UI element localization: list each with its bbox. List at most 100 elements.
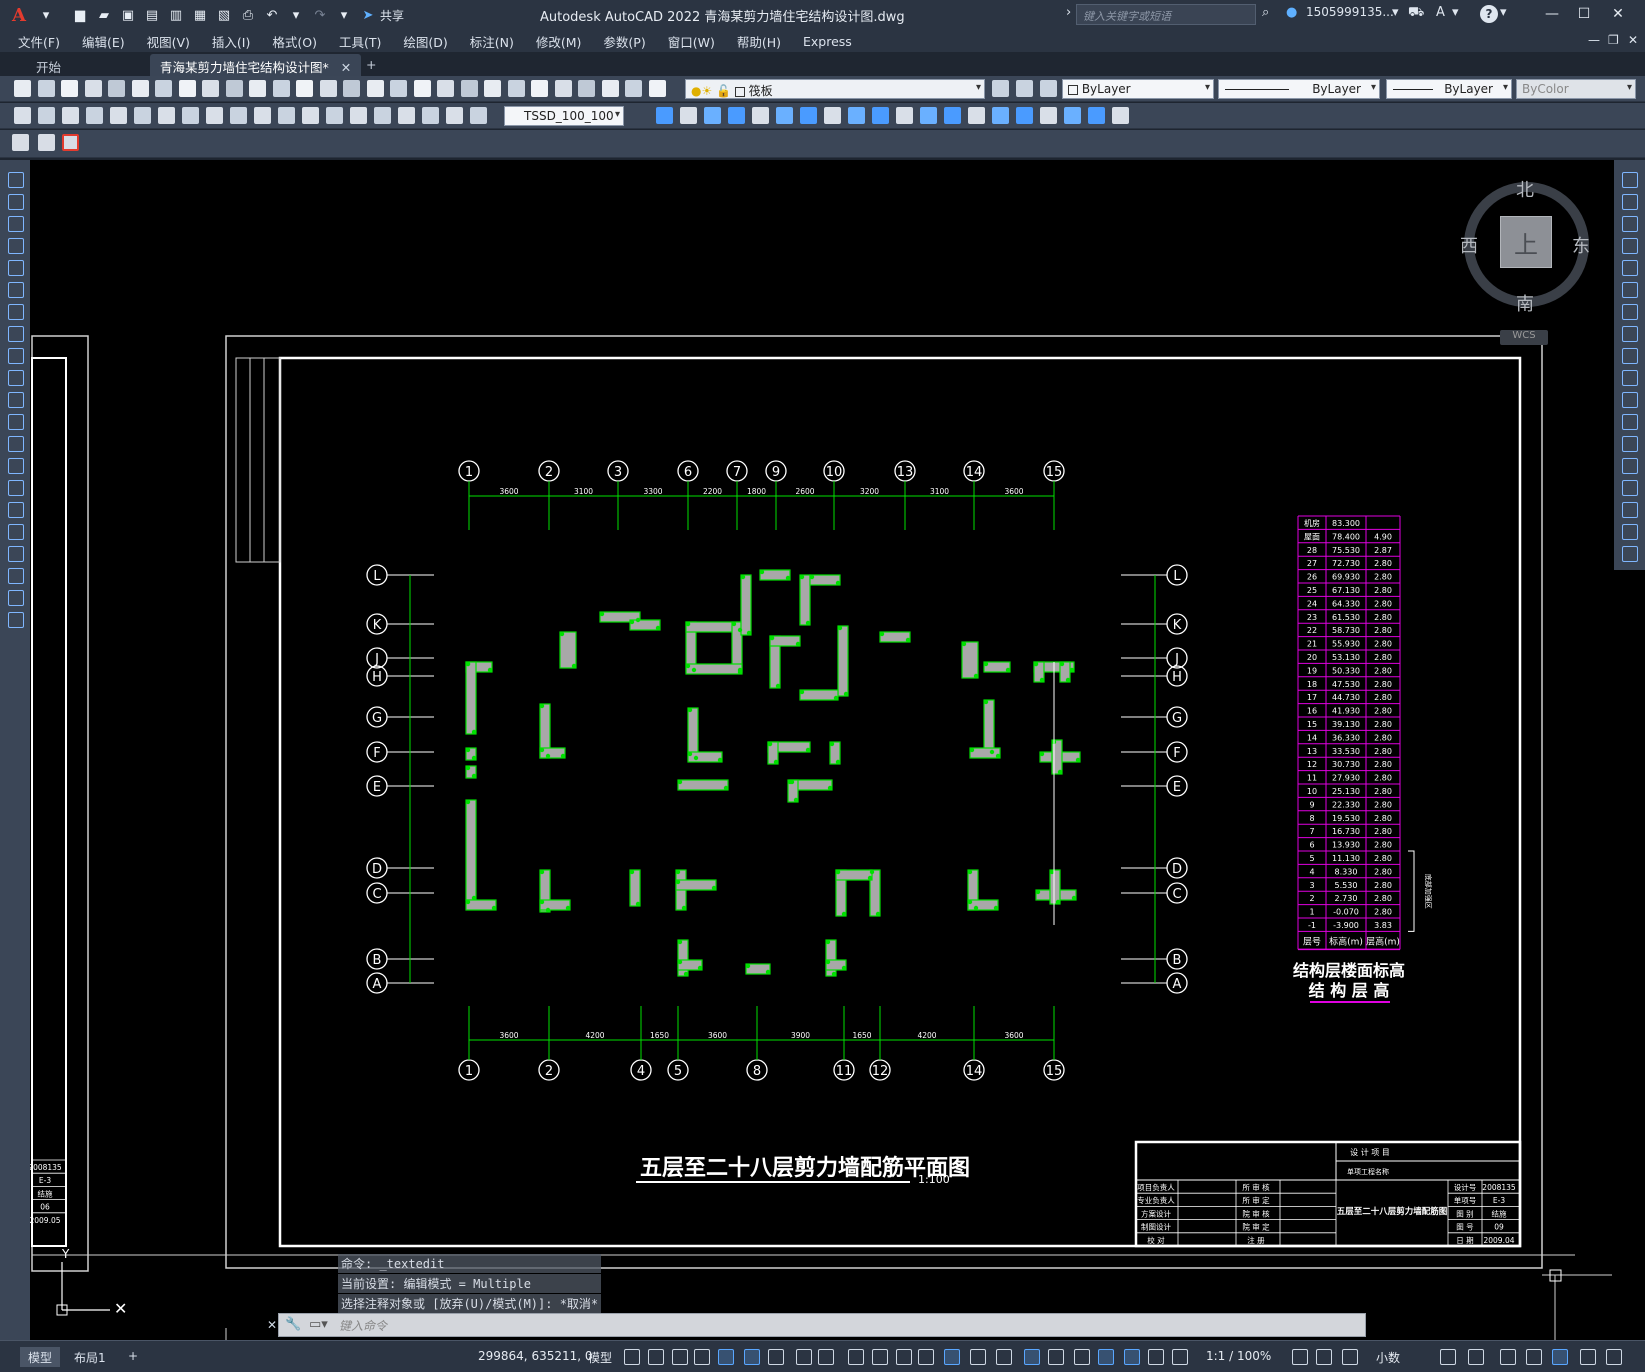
user-name[interactable]: 1505999135... — [1306, 5, 1394, 19]
search-chevron-icon[interactable]: › — [1066, 5, 1071, 20]
doc-minimize-icon[interactable]: — — [1588, 33, 1600, 47]
std-tool-27-icon[interactable] — [625, 80, 642, 97]
modify-side-tool-9-icon[interactable] — [1622, 348, 1638, 364]
std-tool-14-icon[interactable] — [319, 80, 337, 97]
help-icon[interactable]: ? — [1480, 5, 1498, 23]
menu-view[interactable]: 视图(V) — [147, 32, 190, 51]
menu-dimension[interactable]: 标注(N) — [470, 32, 514, 51]
modify-tool-16-icon[interactable] — [1016, 107, 1033, 124]
status-toggle-7-icon[interactable] — [768, 1349, 784, 1365]
text-style-combo[interactable]: TSSD_100_100 ▾ — [504, 106, 624, 126]
status-toggle-26-icon[interactable] — [1342, 1349, 1358, 1365]
share-label[interactable]: 共享 — [380, 7, 404, 24]
linetype-combo[interactable]: ByLayer ▾ — [1218, 79, 1380, 99]
modify-side-tool-12-icon[interactable] — [1622, 414, 1638, 430]
menu-help[interactable]: 帮助(H) — [737, 32, 781, 51]
draw-tool-2-icon[interactable] — [8, 194, 24, 210]
color-combo[interactable]: ByLayer ▾ — [1062, 79, 1214, 99]
modify-tool-2-icon[interactable] — [680, 107, 697, 124]
status-toggle-19-icon[interactable] — [1074, 1349, 1090, 1365]
std-tool-3-icon[interactable] — [61, 80, 78, 97]
std-tool-13-icon[interactable] — [296, 80, 313, 97]
minimize-icon[interactable]: — — [1538, 3, 1566, 25]
plotstyle-combo[interactable]: ByColor ▾ — [1516, 79, 1636, 99]
std-tool-12-icon[interactable] — [272, 80, 290, 97]
draw-tool-1-icon[interactable] — [8, 172, 24, 188]
tab-model[interactable]: 模型 — [20, 1347, 61, 1367]
modify-side-tool-4-icon[interactable] — [1622, 238, 1638, 254]
publish-icon[interactable]: ▧ — [214, 5, 234, 25]
add-layout-button[interactable]: + — [120, 1347, 146, 1367]
status-toggle-18-icon[interactable] — [1048, 1349, 1064, 1365]
save-as-icon[interactable]: ▤ — [142, 5, 162, 25]
std-tool-23-icon[interactable] — [531, 80, 548, 97]
modify-tool-20-icon[interactable] — [1112, 107, 1129, 124]
dim-tool-6-icon[interactable] — [134, 107, 151, 124]
std-tool-2-icon[interactable] — [37, 80, 55, 97]
draw-tool-13-icon[interactable] — [8, 436, 24, 452]
layer-dropdown-icon[interactable]: ▾ — [976, 82, 981, 93]
doc-restore-icon[interactable]: ❐ — [1608, 33, 1619, 47]
std-tool-9-icon[interactable] — [202, 80, 219, 97]
units-setting[interactable]: 小数 — [1376, 1349, 1400, 1366]
modify-tool-12-icon[interactable] — [920, 107, 937, 124]
status-toggle-6-icon[interactable] — [744, 1349, 760, 1365]
user-icon[interactable]: ● — [1286, 5, 1297, 20]
layer-tool-2-icon[interactable] — [1016, 80, 1033, 97]
annotation-scale[interactable]: 1:1 / 100% — [1206, 1349, 1271, 1363]
modify-tool-14-icon[interactable] — [968, 107, 985, 124]
std-tool-20-icon[interactable] — [460, 80, 478, 97]
std-tool-21-icon[interactable] — [484, 80, 501, 97]
std-tool-25-icon[interactable] — [578, 80, 595, 97]
dim-tool-14-icon[interactable] — [326, 107, 343, 124]
draw-tool-19-icon[interactable] — [8, 568, 24, 584]
draw-tool-5-icon[interactable] — [8, 260, 24, 276]
tab-close-icon[interactable]: ✕ — [341, 60, 351, 75]
modify-tool-7-icon[interactable] — [800, 107, 817, 124]
status-toggle-3-icon[interactable] — [672, 1349, 688, 1365]
status-toggle-14-icon[interactable] — [944, 1349, 960, 1365]
redo-icon[interactable]: ↷ — [310, 5, 330, 25]
std-tool-11-icon[interactable] — [249, 80, 266, 97]
command-close-icon[interactable]: ✕ — [267, 1318, 277, 1332]
close-icon[interactable]: ✕ — [1604, 3, 1632, 25]
menu-modify[interactable]: 修改(M) — [536, 32, 582, 51]
dim-tool-9-icon[interactable] — [206, 107, 223, 124]
std-tool-5-icon[interactable] — [108, 80, 125, 97]
draw-tool-14-icon[interactable] — [8, 458, 24, 474]
web-save-icon[interactable]: ▥ — [166, 5, 186, 25]
draw-tool-4-icon[interactable] — [8, 238, 24, 254]
status-toggle-33-icon[interactable] — [1606, 1349, 1622, 1365]
status-toggle-4-icon[interactable] — [694, 1349, 710, 1365]
std-tool-6-icon[interactable] — [131, 80, 149, 97]
dim-tool-5-icon[interactable] — [110, 107, 127, 124]
status-toggle-28-icon[interactable] — [1468, 1349, 1484, 1365]
viewcube-north[interactable]: 北 — [1516, 176, 1534, 202]
menu-file[interactable]: 文件(F) — [18, 32, 60, 51]
menu-window[interactable]: 窗口(W) — [668, 32, 715, 51]
search-input[interactable]: 键入关键字或短语 — [1076, 4, 1256, 25]
menu-draw[interactable]: 绘图(D) — [403, 32, 447, 51]
std-tool-10-icon[interactable] — [225, 80, 243, 97]
modify-side-tool-3-icon[interactable] — [1622, 216, 1638, 232]
linetype-dropdown-icon[interactable]: ▾ — [1371, 82, 1376, 93]
modify-side-tool-5-icon[interactable] — [1622, 260, 1638, 276]
modify-tool-10-icon[interactable] — [872, 107, 889, 124]
undo-dropdown-icon[interactable]: ▾ — [286, 5, 306, 25]
modify-tool-6-icon[interactable] — [776, 107, 793, 124]
menu-edit[interactable]: 编辑(E) — [82, 32, 125, 51]
dim-tool-19-icon[interactable] — [446, 107, 463, 124]
status-toggle-9-icon[interactable] — [818, 1349, 834, 1365]
status-toggle-5-icon[interactable] — [718, 1349, 734, 1365]
draw-tool-9-icon[interactable] — [8, 348, 24, 364]
modify-side-tool-6-icon[interactable] — [1622, 282, 1638, 298]
modify-side-tool-2-icon[interactable] — [1622, 194, 1638, 210]
color-dropdown-icon[interactable]: ▾ — [1205, 82, 1210, 93]
dim-tool-16-icon[interactable] — [374, 107, 391, 124]
status-toggle-31-icon[interactable] — [1552, 1349, 1568, 1365]
status-toggle-16-icon[interactable] — [996, 1349, 1012, 1365]
modify-side-tool-10-icon[interactable] — [1622, 370, 1638, 386]
std-tool-4-icon[interactable] — [84, 80, 102, 97]
modify-side-tool-17-icon[interactable] — [1622, 524, 1638, 540]
dim-tool-17-icon[interactable] — [398, 107, 415, 124]
